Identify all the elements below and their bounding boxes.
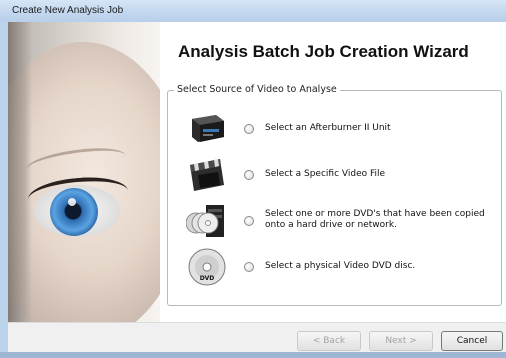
afterburner-unit-icon — [186, 109, 228, 147]
option-label-afterburner: Select an Afterburner II Unit — [265, 123, 391, 133]
option-label-video-file: Select a Specific Video File — [265, 169, 386, 179]
button-bar: < Back Next > Cancel — [8, 322, 506, 353]
video-file-icon — [186, 155, 228, 193]
dvd-stack-drive-icon — [185, 201, 228, 239]
radio-physical-dvd[interactable] — [244, 262, 254, 272]
option-physical-dvd[interactable]: DVD Select a physical Video DVD disc. — [168, 247, 501, 287]
window-bottom-border — [0, 352, 506, 358]
wizard-window: Create New Analysis Job Analysis Batch J… — [0, 0, 506, 358]
option-label-physical-dvd: Select a physical Video DVD disc. — [265, 261, 416, 271]
dvd-disc-icon-text: DVD — [200, 275, 215, 282]
wizard-heading: Analysis Batch Job Creation Wizard — [178, 42, 469, 61]
cancel-button[interactable]: Cancel — [441, 331, 503, 351]
radio-video-file[interactable] — [244, 170, 254, 180]
option-label-dvd-copied: Select one or more DVD's that have been … — [265, 209, 485, 231]
dvd-disc-icon: DVD — [186, 247, 228, 286]
video-source-group: Select Source of Video to Analyse Select… — [167, 84, 502, 306]
group-legend: Select Source of Video to Analyse — [174, 84, 340, 95]
title-bar[interactable]: Create New Analysis Job — [0, 0, 506, 22]
client-area: Analysis Batch Job Creation Wizard Selec… — [8, 22, 506, 353]
radio-dvd-copied[interactable] — [244, 216, 254, 226]
option-label-dvd-copied-line1: Select one or more DVD's that have been … — [265, 209, 485, 219]
next-button[interactable]: Next > — [369, 331, 433, 351]
option-video-file[interactable]: Select a Specific Video File — [168, 155, 501, 195]
eye-side-image — [8, 22, 160, 322]
option-afterburner[interactable]: Select an Afterburner II Unit — [168, 109, 501, 149]
option-dvd-copied[interactable]: Select one or more DVD's that have been … — [168, 201, 501, 241]
radio-afterburner[interactable] — [244, 124, 254, 134]
back-button[interactable]: < Back — [297, 331, 361, 351]
window-title: Create New Analysis Job — [12, 5, 124, 16]
option-label-dvd-copied-line2: onto a hard drive or network. — [265, 220, 397, 230]
